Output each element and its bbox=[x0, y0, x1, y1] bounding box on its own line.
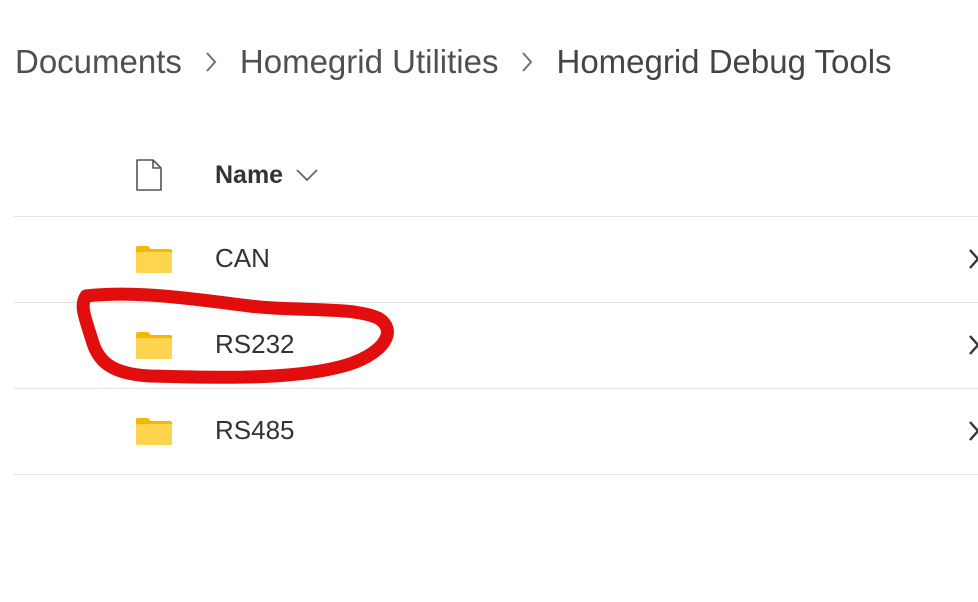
name-column-label: Name bbox=[215, 160, 284, 189]
list-item-label: CAN bbox=[215, 243, 270, 273]
chevron-right-icon[interactable] bbox=[967, 419, 978, 443]
breadcrumb-documents[interactable]: Documents bbox=[15, 43, 182, 81]
chevron-right-icon bbox=[498, 40, 556, 84]
list-item-can[interactable]: CAN bbox=[0, 216, 978, 302]
breadcrumb-homegrid-debug-tools[interactable]: Homegrid Debug Tools bbox=[556, 43, 891, 81]
document-icon[interactable] bbox=[135, 159, 163, 191]
breadcrumb-homegrid-utilities[interactable]: Homegrid Utilities bbox=[240, 43, 499, 81]
name-column-header[interactable]: Name bbox=[215, 158, 319, 192]
list-header: Name bbox=[0, 140, 978, 216]
chevron-right-icon[interactable] bbox=[967, 247, 978, 271]
list-item-label: RS485 bbox=[215, 415, 295, 445]
chevron-right-icon bbox=[182, 40, 240, 84]
folder-icon bbox=[135, 416, 173, 446]
folder-icon bbox=[135, 330, 173, 360]
list-item-rs485[interactable]: RS485 bbox=[0, 388, 978, 474]
folder-icon bbox=[135, 244, 173, 274]
chevron-right-icon[interactable] bbox=[967, 333, 978, 357]
divider bbox=[14, 474, 978, 475]
breadcrumb: Documents Homegrid Utilities Homegrid De… bbox=[15, 40, 892, 84]
list-item-rs232[interactable]: RS232 bbox=[0, 302, 978, 388]
list-item-label: RS232 bbox=[215, 329, 295, 359]
chevron-down-icon bbox=[295, 168, 319, 182]
